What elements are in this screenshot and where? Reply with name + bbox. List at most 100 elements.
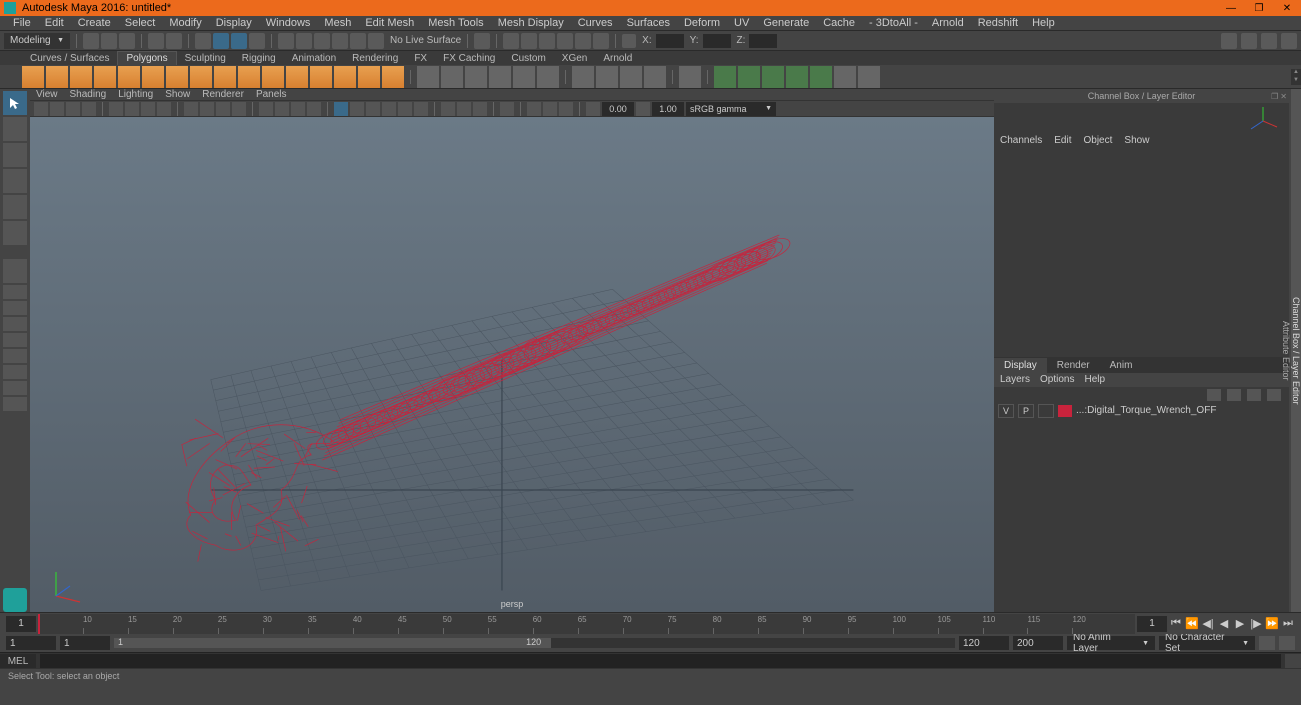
layer-visibility-toggle[interactable]: V: [998, 404, 1014, 418]
snap-plane-icon[interactable]: [332, 33, 348, 49]
vp-3-icon[interactable]: [559, 102, 573, 116]
smooth-icon[interactable]: [513, 66, 535, 88]
layer-up-icon[interactable]: [1207, 389, 1221, 401]
vp-1-icon[interactable]: [527, 102, 541, 116]
reduce-icon[interactable]: [537, 66, 559, 88]
separate-icon[interactable]: [441, 66, 463, 88]
panel-menu-show[interactable]: Show: [165, 89, 190, 100]
layout-uv-icon[interactable]: [3, 381, 27, 395]
layer-menu-options[interactable]: Options: [1040, 374, 1074, 385]
perspective-viewport[interactable]: persp: [30, 117, 994, 612]
poly-cylinder-icon[interactable]: [70, 66, 92, 88]
cb-menu-channels[interactable]: Channels: [1000, 135, 1042, 146]
scale-tool-icon[interactable]: [3, 221, 27, 245]
menu-redshift[interactable]: Redshift: [971, 17, 1025, 29]
select-object-icon[interactable]: [213, 33, 229, 49]
time-slider[interactable]: 1 10152025303540455055606570758085909510…: [0, 612, 1301, 634]
colorspace-dropdown[interactable]: sRGB gamma▼: [686, 102, 776, 116]
snap-center-icon[interactable]: [368, 33, 384, 49]
light2-icon[interactable]: [366, 102, 380, 116]
gamma-icon[interactable]: [636, 102, 650, 116]
camera-select-icon[interactable]: [34, 102, 48, 116]
merge-icon[interactable]: [762, 66, 784, 88]
light3-icon[interactable]: [382, 102, 396, 116]
render-settings-icon[interactable]: [539, 33, 555, 49]
poly-svg-icon[interactable]: [382, 66, 404, 88]
shelf-tab-polygons[interactable]: Polygons: [117, 51, 176, 65]
playback-start-field[interactable]: 1: [60, 636, 110, 650]
layer-new-selected-icon[interactable]: [1267, 389, 1281, 401]
panel-menu-renderer[interactable]: Renderer: [202, 89, 244, 100]
poly-prism-icon[interactable]: [238, 66, 260, 88]
poly-helix-icon[interactable]: [286, 66, 308, 88]
rotate-tool-icon[interactable]: [3, 195, 27, 219]
menu-edit[interactable]: Edit: [38, 17, 71, 29]
select-component-icon[interactable]: [231, 33, 247, 49]
poly-pyramid-icon[interactable]: [214, 66, 236, 88]
go-start-icon[interactable]: ⏮: [1169, 617, 1183, 631]
channel-box-toggle-icon[interactable]: [1281, 33, 1297, 49]
current-frame-field[interactable]: 1: [1137, 616, 1167, 632]
render-frame-icon[interactable]: [503, 33, 519, 49]
redo-icon[interactable]: [166, 33, 182, 49]
poly-gear-icon[interactable]: [310, 66, 332, 88]
viewcube-area[interactable]: [994, 103, 1289, 133]
go-end-icon[interactable]: ⏭: [1281, 617, 1295, 631]
multicut-icon[interactable]: [679, 66, 701, 88]
snap-grid-icon[interactable]: [278, 33, 294, 49]
quad-draw-icon[interactable]: [834, 66, 856, 88]
poly-cube-icon[interactable]: [46, 66, 68, 88]
layout-persp-icon[interactable]: [3, 333, 27, 347]
select-hierarchy-icon[interactable]: [195, 33, 211, 49]
side-tab-attribute-editor[interactable]: Attribute Editor: [1281, 89, 1291, 612]
menu-mesh-display[interactable]: Mesh Display: [491, 17, 571, 29]
select-tool-icon[interactable]: [3, 91, 27, 115]
xray-joints-icon[interactable]: [291, 102, 305, 116]
layout-four-icon[interactable]: [3, 301, 27, 315]
light-icon[interactable]: [350, 102, 364, 116]
sculpt-icon[interactable]: [858, 66, 880, 88]
layout-outliner-icon[interactable]: [3, 317, 27, 331]
hypershade-icon[interactable]: [557, 33, 573, 49]
extract-icon[interactable]: [465, 66, 487, 88]
bevel-icon[interactable]: [596, 66, 618, 88]
extrude-icon[interactable]: [572, 66, 594, 88]
last-tool-icon[interactable]: [3, 259, 27, 283]
menu-generate[interactable]: Generate: [756, 17, 816, 29]
layer-name[interactable]: ...:Digital_Torque_Wrench_OFF: [1076, 405, 1216, 416]
shadows-icon[interactable]: [259, 102, 273, 116]
panel-menu-view[interactable]: View: [36, 89, 58, 100]
workspace-dropdown[interactable]: Modeling▼: [4, 33, 70, 49]
combine-icon[interactable]: [417, 66, 439, 88]
cb-menu-show[interactable]: Show: [1124, 135, 1149, 146]
snap-point-icon[interactable]: [314, 33, 330, 49]
poly-soccer-icon[interactable]: [334, 66, 356, 88]
renderer-icon[interactable]: [500, 102, 514, 116]
poly-plane-icon[interactable]: [142, 66, 164, 88]
menu-mesh[interactable]: Mesh: [317, 17, 358, 29]
open-scene-icon[interactable]: [101, 33, 117, 49]
render-view-icon[interactable]: [575, 33, 591, 49]
layer-display-type[interactable]: [1038, 404, 1054, 418]
layer-playback-toggle[interactable]: P: [1018, 404, 1034, 418]
attribute-editor-toggle-icon[interactable]: [1241, 33, 1257, 49]
circularize-icon[interactable]: [810, 66, 832, 88]
maximize-button[interactable]: ❐: [1245, 0, 1273, 16]
save-scene-icon[interactable]: [119, 33, 135, 49]
shelf-tab-rendering[interactable]: Rendering: [344, 52, 406, 65]
vp-2-icon[interactable]: [543, 102, 557, 116]
layer-tab-anim[interactable]: Anim: [1100, 358, 1143, 373]
wireframe-shaded-icon[interactable]: [307, 102, 321, 116]
maya-home-icon[interactable]: [3, 588, 27, 612]
play-back-icon[interactable]: ◀: [1217, 617, 1231, 631]
anim-end-field[interactable]: 200: [1013, 636, 1063, 650]
menu-select[interactable]: Select: [118, 17, 163, 29]
isolate-select-icon[interactable]: [334, 102, 348, 116]
live-surface-label[interactable]: No Live Surface: [386, 35, 461, 46]
step-back-icon[interactable]: ◀|: [1201, 617, 1215, 631]
resolution-gate-icon[interactable]: [141, 102, 155, 116]
layer-tab-render[interactable]: Render: [1047, 358, 1100, 373]
minimize-button[interactable]: —: [1217, 0, 1245, 16]
append-icon[interactable]: [644, 66, 666, 88]
layer-row[interactable]: V P ...:Digital_Torque_Wrench_OFF: [994, 403, 1289, 419]
